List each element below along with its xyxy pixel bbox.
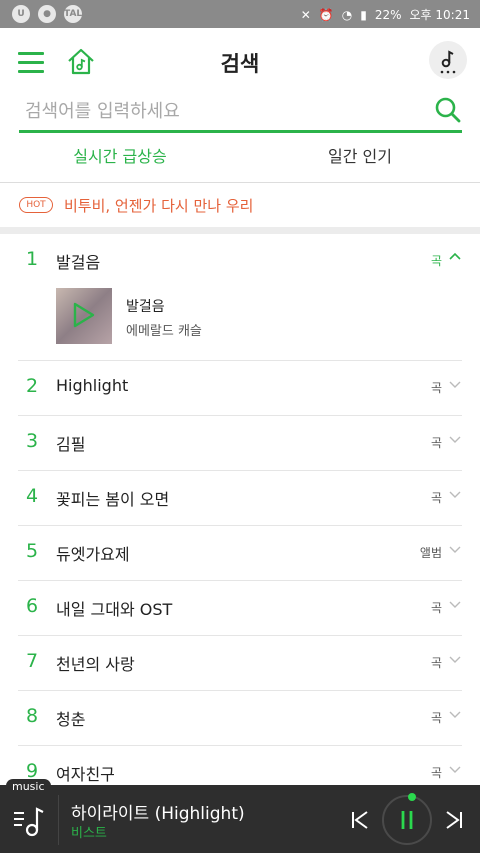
keyword[interactable]: 듀엣가요제: [56, 541, 130, 565]
progress-indicator: [408, 793, 416, 801]
ranking-list: 1 발걸음 곡 발걸음 에메랄드 캐슬 2 Highlight 곡 3 김필 곡…: [18, 234, 462, 801]
rank-number: 1: [26, 248, 39, 270]
alarm-icon: ⏰: [318, 7, 334, 22]
mini-player[interactable]: music 하이라이트 (Highlight) 비스트: [0, 779, 480, 853]
category-label: 곡: [430, 381, 442, 395]
ranking-row[interactable]: 2 Highlight 곡: [18, 361, 462, 416]
tab-bar: 실시간 급상승 일간 인기: [0, 134, 480, 183]
signal-icon: ▮: [360, 7, 367, 22]
category-label: 곡: [430, 491, 442, 505]
chevron-down-icon[interactable]: [448, 487, 462, 501]
track-detail[interactable]: 발걸음 에메랄드 캐슬: [56, 288, 416, 344]
chevron-down-icon[interactable]: [448, 432, 462, 446]
chevron-down-icon[interactable]: [448, 652, 462, 666]
app-header: 검색: [0, 28, 480, 92]
ranking-row[interactable]: 4 꽃피는 봄이 오면 곡: [18, 471, 462, 526]
hot-badge: HOT: [19, 197, 53, 213]
chevron-down-icon[interactable]: [448, 707, 462, 721]
chat-icon: ●: [38, 5, 56, 23]
chevron-down-icon[interactable]: [448, 542, 462, 556]
rank-number: 3: [26, 430, 39, 452]
wifi-icon: ◔: [341, 7, 353, 22]
previous-track-icon[interactable]: [349, 809, 371, 831]
search-bar: [19, 92, 462, 133]
keyword[interactable]: 꽃피는 봄이 오면: [56, 486, 169, 510]
category-label: 곡: [430, 436, 442, 450]
keyword[interactable]: 청춘: [56, 706, 85, 730]
now-playing-title[interactable]: 하이라이트 (Highlight): [71, 799, 245, 824]
rank-number: 2: [26, 375, 39, 397]
divider: [58, 795, 59, 845]
music-badge: music: [6, 779, 51, 794]
rank-number: 4: [26, 485, 39, 507]
category-label: 곡: [430, 766, 442, 780]
pause-icon: [401, 811, 413, 829]
category-label: 곡: [430, 711, 442, 725]
mute-icon: ✕: [300, 7, 311, 22]
section-divider: [0, 227, 480, 234]
category-label: 곡: [430, 601, 442, 615]
chevron-down-icon[interactable]: [448, 597, 462, 611]
now-playing-button[interactable]: [429, 41, 467, 79]
tab-daily-popular[interactable]: 일간 인기: [240, 134, 480, 182]
keyword[interactable]: 내일 그대와 OST: [56, 596, 172, 620]
keyword[interactable]: 발걸음: [56, 249, 100, 273]
track-title: 발걸음: [126, 299, 165, 315]
talk-icon: TALK: [64, 5, 89, 23]
ranking-row[interactable]: 3 김필 곡: [18, 416, 462, 471]
track-artist: 에메랄드 캐슬: [126, 324, 202, 339]
pause-button[interactable]: [382, 795, 432, 845]
rank-number: 6: [26, 595, 39, 617]
album-thumbnail[interactable]: [56, 288, 112, 344]
search-input[interactable]: [23, 94, 427, 128]
status-bar: U ● TALK ✕ ⏰ ◔ ▮ 22% 오후 10:21: [0, 0, 480, 28]
next-track-icon[interactable]: [443, 809, 465, 831]
chevron-down-icon[interactable]: [448, 762, 462, 776]
u-plus-icon: U: [12, 5, 30, 23]
search-icon[interactable]: [434, 96, 462, 124]
ranking-row[interactable]: 6 내일 그대와 OST 곡: [18, 581, 462, 636]
category-label: 앨범: [419, 546, 442, 560]
music-note-icon: [440, 50, 456, 74]
ranking-row[interactable]: 1 발걸음 곡 발걸음 에메랄드 캐슬: [18, 234, 462, 361]
category-label: 곡: [430, 254, 442, 268]
rank-number: 7: [26, 650, 39, 672]
hot-keyword-row[interactable]: HOT 비투비, 언젠가 다시 만나 우리: [0, 183, 480, 227]
keyword[interactable]: 김필: [56, 431, 85, 455]
ranking-row[interactable]: 5 듀엣가요제 앨범: [18, 526, 462, 581]
battery-percent: 22%: [374, 7, 402, 22]
keyword[interactable]: Highlight: [56, 376, 128, 395]
keyword[interactable]: 여자친구: [56, 761, 115, 785]
hot-keyword[interactable]: 비투비, 언젠가 다시 만나 우리: [64, 195, 253, 216]
page-title: 검색: [220, 52, 260, 76]
chevron-up-icon[interactable]: [448, 250, 462, 264]
keyword[interactable]: 천년의 사랑: [56, 651, 135, 675]
tab-realtime-trending[interactable]: 실시간 급상승: [0, 134, 240, 182]
chevron-down-icon[interactable]: [448, 377, 462, 391]
playlist-icon[interactable]: [12, 803, 48, 839]
rank-number: 8: [26, 705, 39, 727]
play-icon: [73, 302, 95, 328]
clock: 오후 10:21: [409, 8, 470, 22]
ranking-row[interactable]: 7 천년의 사랑 곡: [18, 636, 462, 691]
now-playing-artist: 비스트: [71, 826, 107, 841]
category-label: 곡: [430, 656, 442, 670]
ranking-row[interactable]: 8 청춘 곡: [18, 691, 462, 746]
rank-number: 5: [26, 540, 39, 562]
